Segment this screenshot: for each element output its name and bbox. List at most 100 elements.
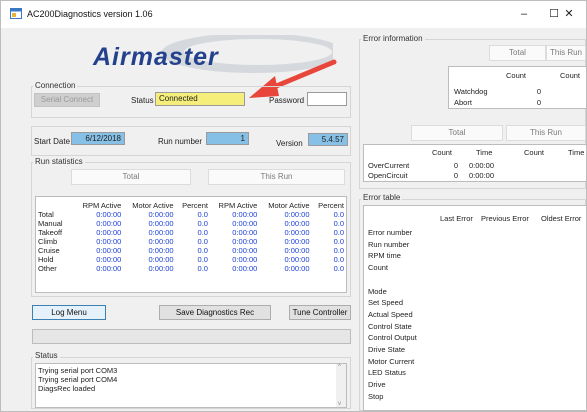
version-label: Version bbox=[276, 139, 303, 148]
table-cell: 0.0 bbox=[333, 219, 344, 228]
table-cell: 0.0 bbox=[333, 228, 344, 237]
error-thisrun-header: This Run bbox=[546, 45, 586, 61]
table-cell: 0:00:00 bbox=[96, 264, 122, 273]
table-cell: 0.0 bbox=[333, 237, 344, 246]
opencircuit-time: 0:00:00 bbox=[468, 171, 494, 180]
error-table-row-label: Motor Current bbox=[368, 356, 415, 366]
table-cell: 0:00:00 bbox=[284, 219, 310, 228]
serial-connect-button[interactable]: Serial Connect bbox=[34, 93, 100, 107]
table-row: Manual 0:00:00 0:00:00 0.0 0:00:00 0:00:00 0.0 bbox=[36, 219, 346, 228]
table-cell: 0:00:00 bbox=[148, 255, 174, 264]
error-table-row-label: Actual Speed bbox=[368, 309, 413, 319]
table-cell: 0:00:00 bbox=[96, 228, 122, 237]
status-log-lines: Trying serial port COM3 Trying serial po… bbox=[38, 366, 117, 393]
col-percent: Percent bbox=[182, 201, 208, 210]
status-scrollbar[interactable]: ^ v bbox=[336, 364, 346, 407]
error-table-row-label: Count bbox=[368, 263, 389, 273]
row-label: Total bbox=[38, 210, 54, 219]
error-table-row-label: Control State bbox=[368, 321, 412, 331]
table-cell: 0.0 bbox=[197, 246, 208, 255]
run-number-label: Run number bbox=[158, 137, 203, 146]
table-cell: 0:00:00 bbox=[232, 246, 258, 255]
logo-text: Airmaster bbox=[93, 43, 219, 71]
table-cell: 0:00:00 bbox=[232, 255, 258, 264]
title-bar: AC200Diagnostics version 1.06 – ☐ ✕ bbox=[1, 1, 586, 28]
save-diagnostics-button[interactable]: Save Diagnostics Rec bbox=[159, 305, 271, 320]
table-cell: 0.0 bbox=[333, 210, 344, 219]
table-cell: 0.0 bbox=[333, 246, 344, 255]
run-stats-thisrun-header: This Run bbox=[208, 169, 345, 185]
col-motor-active: Motor Active bbox=[132, 201, 174, 210]
overcurrent-count: 0 bbox=[453, 161, 458, 170]
error-table-row-label: Drive State bbox=[368, 345, 406, 354]
run-stats-header-row: RPM Active Motor Active Percent RPM Acti… bbox=[36, 201, 346, 210]
table-cell: 0:00:00 bbox=[284, 255, 310, 264]
error-table-row-label: Error number bbox=[368, 228, 413, 237]
table-cell: 0.0 bbox=[333, 255, 344, 264]
table-row: Climb 0:00:00 0:00:00 0.0 0:00:00 0:00:00 0.0 bbox=[36, 237, 346, 246]
table-cell: 0:00:00 bbox=[148, 246, 174, 255]
error-table-row-label: LED Status bbox=[368, 368, 406, 378]
table-cell: 0:00:00 bbox=[284, 228, 310, 237]
col-time: Time bbox=[476, 148, 493, 157]
error-table-row-label: RPM time bbox=[368, 251, 401, 261]
status-log[interactable]: Trying serial port COM3 Trying serial po… bbox=[35, 363, 347, 408]
table-cell: 0.0 bbox=[197, 210, 208, 219]
row-label: Manual bbox=[38, 219, 63, 228]
watchdog-grid: Count Count Watchdog 0 Abort 0 bbox=[448, 66, 586, 109]
table-cell: 0:00:00 bbox=[96, 237, 122, 246]
run-stats-grid: RPM Active Motor Active Percent RPM Acti… bbox=[35, 196, 347, 293]
error-total-header: Total bbox=[489, 45, 546, 61]
table-cell: 0:00:00 bbox=[232, 210, 258, 219]
status-log-line: DiagsRec loaded bbox=[38, 384, 96, 393]
watchdog-count: 0 bbox=[536, 87, 541, 96]
table-cell: 0.0 bbox=[197, 237, 208, 246]
col-rpm-active: RPM Active bbox=[82, 201, 122, 210]
row-label: Hold bbox=[38, 255, 54, 264]
col-percent-run: Percent bbox=[318, 201, 344, 210]
status-label: Status bbox=[131, 96, 154, 105]
tune-controller-button[interactable]: Tune Controller bbox=[289, 305, 351, 320]
password-input[interactable] bbox=[307, 92, 347, 106]
row-label: Other bbox=[38, 264, 57, 273]
status-log-line: Trying serial port COM3 bbox=[38, 366, 118, 375]
run-number-field: 1 bbox=[206, 132, 249, 145]
error-thisrun-header-2: This Run bbox=[506, 125, 586, 141]
error-table-row-label: Stop bbox=[368, 391, 384, 401]
error-info-label: Error information bbox=[361, 34, 425, 43]
table-cell: 0:00:00 bbox=[232, 264, 258, 273]
table-cell: 0.0 bbox=[197, 264, 208, 273]
scroll-up-icon[interactable]: ^ bbox=[338, 364, 341, 370]
window-title: AC200Diagnostics version 1.06 bbox=[27, 9, 153, 19]
watchdog-label: Watchdog bbox=[454, 87, 488, 96]
table-row: Other 0:00:00 0:00:00 0.0 0:00:00 0:00:00 0.0 bbox=[36, 264, 346, 273]
table-cell: 0.0 bbox=[197, 228, 208, 237]
overcurrent-label: OverCurrent bbox=[368, 161, 410, 170]
log-menu-button[interactable]: Log Menu bbox=[32, 305, 106, 320]
version-field: 5.4.57 bbox=[308, 133, 348, 146]
table-cell: 0:00:00 bbox=[96, 246, 122, 255]
start-date-field: 6/12/2018 bbox=[71, 132, 125, 145]
connection-group-label: Connection bbox=[33, 81, 78, 90]
scroll-down-icon[interactable]: v bbox=[338, 401, 341, 407]
error-table-grid: Last Error Previous Error Oldest Error E… bbox=[363, 205, 586, 411]
app-window-icon bbox=[10, 8, 22, 19]
close-button[interactable]: ✕ bbox=[555, 3, 583, 25]
abort-label: Abort bbox=[454, 98, 472, 107]
table-cell: 0:00:00 bbox=[284, 264, 310, 273]
table-row: Hold 0:00:00 0:00:00 0.0 0:00:00 0:00:00 0.0 bbox=[36, 255, 346, 264]
error-table-row-label: Set Speed bbox=[368, 298, 404, 308]
start-date-label: Start Date bbox=[34, 137, 71, 146]
table-cell: 0:00:00 bbox=[96, 255, 122, 264]
overcurrent-time: 0:00:00 bbox=[468, 161, 494, 170]
row-label: Cruise bbox=[38, 246, 60, 255]
table-cell: 0:00:00 bbox=[96, 219, 122, 228]
table-cell: 0:00:00 bbox=[284, 246, 310, 255]
table-cell: 0:00:00 bbox=[148, 210, 174, 219]
current-grid: Count Time Count Time OverCurrent 0 0:00… bbox=[363, 144, 586, 182]
count-header-2: Count bbox=[560, 71, 581, 80]
abort-count: 0 bbox=[536, 98, 541, 107]
status-group-label: Status bbox=[33, 351, 60, 360]
error-table-row-label: Control Output bbox=[368, 333, 417, 343]
status-field: Connected bbox=[155, 92, 245, 106]
